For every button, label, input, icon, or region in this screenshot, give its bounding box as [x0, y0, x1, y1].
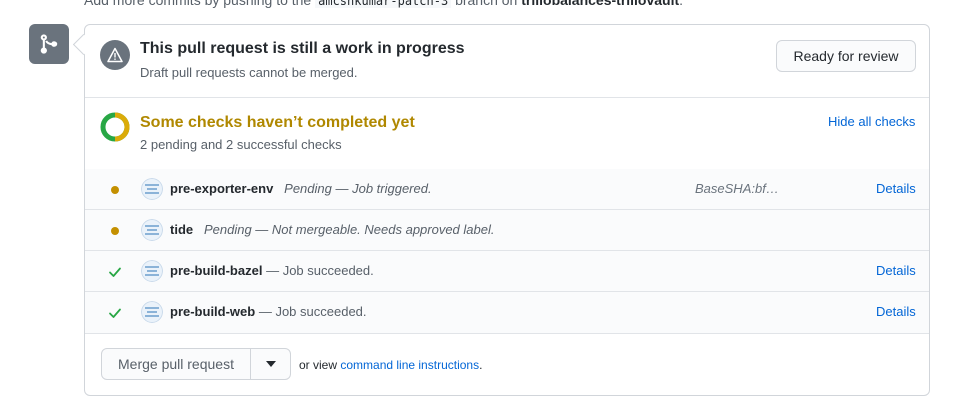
check-row: pre-exporter-env Pending — Job triggered… — [85, 169, 929, 210]
check-row: pre-build-web — Job succeeded. Details — [85, 292, 929, 332]
check-target: BaseSHA:bf… — [695, 181, 779, 196]
checks-list: pre-exporter-env Pending — Job triggered… — [85, 169, 929, 334]
repo-name: trillobalances-trillovault — [521, 0, 680, 8]
bot-avatar — [141, 260, 163, 282]
git-merge-icon — [29, 24, 69, 64]
checks-header: Some checks haven’t completed yet 2 pend… — [85, 97, 929, 170]
alert-icon — [100, 40, 130, 70]
details-link[interactable]: Details — [876, 181, 916, 196]
bot-avatar — [141, 178, 163, 200]
merge-box: This pull request is still a work in pro… — [72, 24, 930, 396]
checks-summary: 2 pending and 2 successful checks — [140, 137, 342, 152]
draft-title: This pull request is still a work in pro… — [140, 40, 465, 57]
check-description: — Job succeeded. — [258, 304, 367, 319]
check-description: Pending — Job triggered. — [284, 181, 432, 196]
check-row: pre-build-bazel — Job succeeded. Details — [85, 251, 929, 292]
details-link[interactable]: Details — [876, 263, 916, 278]
pending-dot-icon — [107, 223, 123, 239]
draft-subtitle: Draft pull requests cannot be merged. — [140, 65, 358, 80]
check-mark-icon — [107, 305, 123, 321]
checks-donut-icon — [100, 112, 130, 142]
hide-all-checks-link[interactable]: Hide all checks — [828, 114, 915, 129]
check-name: pre-exporter-env — [170, 181, 274, 196]
check-description: Pending — Not mergeable. Needs approved … — [203, 222, 495, 237]
check-name: pre-build-web — [170, 304, 256, 319]
cli-hint: or view command line instructions. — [299, 358, 483, 372]
bot-avatar — [141, 219, 163, 241]
pending-dot-icon — [107, 182, 123, 198]
check-name: tide — [170, 222, 194, 237]
check-mark-icon — [107, 264, 123, 280]
bot-avatar — [141, 301, 163, 323]
push-hint: Add more commits by pushing to the amcsh… — [84, 0, 683, 8]
command-line-instructions-link[interactable]: command line instructions — [340, 358, 479, 372]
branch-name: amcshkumar-patch-3 — [315, 0, 452, 8]
checks-title: Some checks haven’t completed yet — [140, 114, 415, 131]
details-link[interactable]: Details — [876, 304, 916, 319]
check-name: pre-build-bazel — [170, 263, 263, 278]
merge-pull-request-button[interactable]: Merge pull request — [102, 349, 251, 379]
merge-actions: Merge pull request or view command line … — [85, 333, 929, 395]
ready-for-review-button[interactable]: Ready for review — [776, 40, 916, 72]
check-row: tide Pending — Not mergeable. Needs appr… — [85, 210, 929, 251]
draft-section: This pull request is still a work in pro… — [85, 25, 929, 98]
merge-button-group: Merge pull request — [101, 348, 291, 380]
merge-method-dropdown[interactable] — [251, 349, 290, 379]
check-description: — Job succeeded. — [266, 263, 374, 278]
caret-down-icon — [265, 361, 276, 367]
